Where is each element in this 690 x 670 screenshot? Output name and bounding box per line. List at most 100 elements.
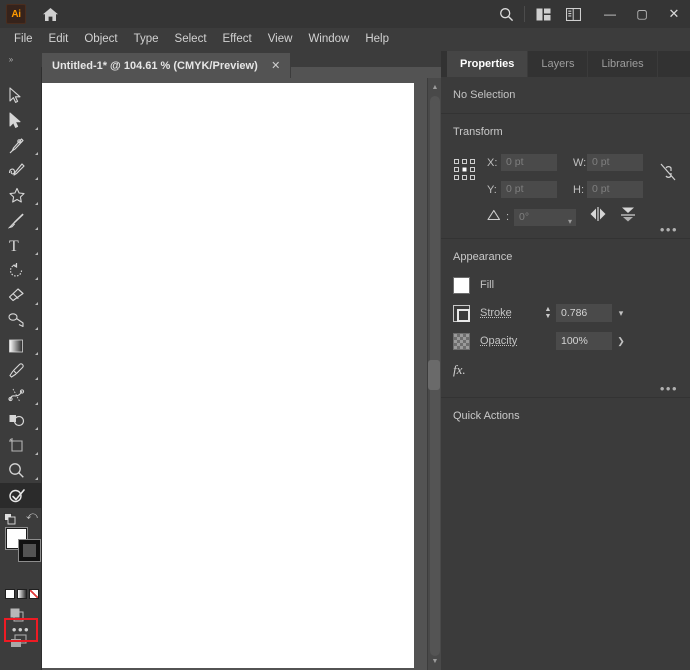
angle-input[interactable]: 0° ▾ xyxy=(514,208,576,226)
tools-panel: T ⤺ ••• xyxy=(0,67,42,670)
blend-tool[interactable] xyxy=(0,383,42,408)
default-fill-stroke-icon[interactable] xyxy=(4,512,16,525)
type-tool[interactable]: T xyxy=(0,233,42,258)
fill-color-swatch[interactable] xyxy=(453,276,470,294)
menu-edit[interactable]: Edit xyxy=(41,28,77,51)
menu-file[interactable]: File xyxy=(6,28,41,51)
menu-object[interactable]: Object xyxy=(76,28,125,51)
edit-toolbar-dots-icon: ••• xyxy=(11,622,31,637)
app-logo-ai: Ai xyxy=(6,4,26,24)
menu-select[interactable]: Select xyxy=(167,28,215,51)
x-input[interactable]: 0 pt xyxy=(501,154,557,171)
direct-selection-tool[interactable] xyxy=(0,108,42,133)
menu-window[interactable]: Window xyxy=(300,28,357,51)
document-tab[interactable]: Untitled-1* @ 104.61 % (CMYK/Preview) ✕ xyxy=(42,53,291,78)
opacity-row[interactable]: Opacity 100% ❯ xyxy=(453,327,678,355)
tab-layers[interactable]: Layers xyxy=(528,51,589,77)
flip-vertical-icon[interactable] xyxy=(619,206,637,227)
collapse-toolbar-icon[interactable]: » xyxy=(3,51,19,67)
stroke-label[interactable]: Stroke xyxy=(480,307,542,319)
h-label: H: xyxy=(573,183,584,196)
workspace-switcher-icon[interactable] xyxy=(558,1,588,27)
chevron-down-icon[interactable]: ▾ xyxy=(612,308,630,319)
color-swatch-icon[interactable] xyxy=(5,589,15,599)
close-icon[interactable]: ✕ xyxy=(270,59,282,72)
tool-flyout-indicator xyxy=(35,402,38,405)
transform-h-field[interactable]: H: 0 pt xyxy=(573,181,643,198)
fill-stroke-controls: ⤺ xyxy=(0,510,42,584)
minimize-button[interactable]: — xyxy=(594,0,626,28)
w-input[interactable]: 0 pt xyxy=(587,154,643,171)
tool-flyout-indicator xyxy=(35,252,38,255)
stroke-stepper-icon[interactable]: ▲ ▼ xyxy=(542,306,554,320)
y-input[interactable]: 0 pt xyxy=(501,181,557,198)
rotate-tool[interactable] xyxy=(0,258,42,283)
artboard[interactable] xyxy=(42,83,414,668)
arrange-documents-icon[interactable] xyxy=(528,1,558,27)
stroke-swatch[interactable] xyxy=(19,540,40,561)
fill-row[interactable]: Fill xyxy=(453,271,678,299)
unlink-proportions-icon[interactable] xyxy=(660,162,676,187)
home-icon[interactable] xyxy=(36,1,64,27)
swap-fill-stroke-icon[interactable]: ⤺ xyxy=(26,511,38,523)
h-input[interactable]: 0 pt xyxy=(587,181,643,198)
transform-y-field[interactable]: Y: 0 pt xyxy=(487,181,557,198)
transform-x-field[interactable]: X: 0 pt xyxy=(487,154,557,171)
fx-icon[interactable]: fx. xyxy=(453,362,466,378)
stroke-weight-input[interactable]: 0.786 xyxy=(556,304,612,322)
effects-row[interactable]: fx. xyxy=(453,355,678,385)
opacity-swatch[interactable] xyxy=(453,332,470,350)
appearance-more-options[interactable]: ••• xyxy=(660,382,678,395)
maximize-button[interactable]: ▢ xyxy=(626,0,658,28)
canvas-area[interactable] xyxy=(42,78,427,670)
close-button[interactable]: ✕ xyxy=(658,0,690,28)
tool-flyout-indicator xyxy=(35,377,38,380)
shaper-tool[interactable] xyxy=(0,483,42,508)
edit-toolbar-button[interactable]: ••• xyxy=(4,618,38,642)
reference-point-selector[interactable] xyxy=(453,158,477,182)
transform-more-options[interactable]: ••• xyxy=(660,223,678,236)
paintbrush-tool[interactable] xyxy=(0,208,42,233)
tool-flyout-indicator xyxy=(35,152,38,155)
menu-type[interactable]: Type xyxy=(126,28,167,51)
menu-view[interactable]: View xyxy=(260,28,301,51)
artboard-tool[interactable] xyxy=(0,433,42,458)
none-swatch-icon[interactable] xyxy=(29,589,39,599)
flip-horizontal-icon[interactable] xyxy=(589,206,607,227)
tab-properties[interactable]: Properties xyxy=(447,51,529,77)
stroke-row[interactable]: Stroke ▲ ▼ 0.786 ▾ xyxy=(453,299,678,327)
tool-flyout-indicator xyxy=(35,227,38,230)
titlebar-divider xyxy=(524,6,525,22)
tool-flyout-indicator xyxy=(35,452,38,455)
rotation-angle-field[interactable]: : 0° ▾ xyxy=(487,208,576,226)
tool-flyout-indicator xyxy=(35,352,38,355)
scroll-down-icon[interactable]: ▼ xyxy=(428,654,442,668)
transform-w-field[interactable]: W: 0 pt xyxy=(573,154,643,171)
selection-tool[interactable] xyxy=(0,83,42,108)
appearance-section: Fill Stroke ▲ ▼ 0.786 ▾ Opacity 100% ❯ fx… xyxy=(441,271,690,397)
eraser-tool[interactable] xyxy=(0,283,42,308)
chevron-down-icon[interactable]: ▾ xyxy=(568,213,572,230)
zoom-tool[interactable] xyxy=(0,458,42,483)
tool-flyout-indicator xyxy=(35,427,38,430)
panel-collapse-handle[interactable] xyxy=(428,360,440,390)
gradient-tool[interactable] xyxy=(0,333,42,358)
tool-flyout-indicator xyxy=(35,327,38,330)
search-icon[interactable] xyxy=(491,1,521,27)
opacity-label[interactable]: Opacity xyxy=(480,335,542,347)
title-bar: Ai — ▢ ✕ xyxy=(0,0,690,28)
opacity-input[interactable]: 100% xyxy=(556,332,612,350)
menu-effect[interactable]: Effect xyxy=(215,28,260,51)
shape-builder-tool[interactable] xyxy=(0,408,42,433)
tab-libraries[interactable]: Libraries xyxy=(588,51,658,77)
curvature-tool[interactable] xyxy=(0,158,42,183)
eyedropper-tool[interactable] xyxy=(0,358,42,383)
stroke-color-swatch[interactable] xyxy=(453,304,470,322)
scissors-tool[interactable] xyxy=(0,308,42,333)
pen-tool[interactable] xyxy=(0,133,42,158)
menu-help[interactable]: Help xyxy=(357,28,397,51)
scroll-up-icon[interactable]: ▲ xyxy=(428,80,442,94)
shape-tool[interactable] xyxy=(0,183,42,208)
gradient-swatch-icon[interactable] xyxy=(17,589,27,599)
chevron-right-icon[interactable]: ❯ xyxy=(612,336,630,347)
